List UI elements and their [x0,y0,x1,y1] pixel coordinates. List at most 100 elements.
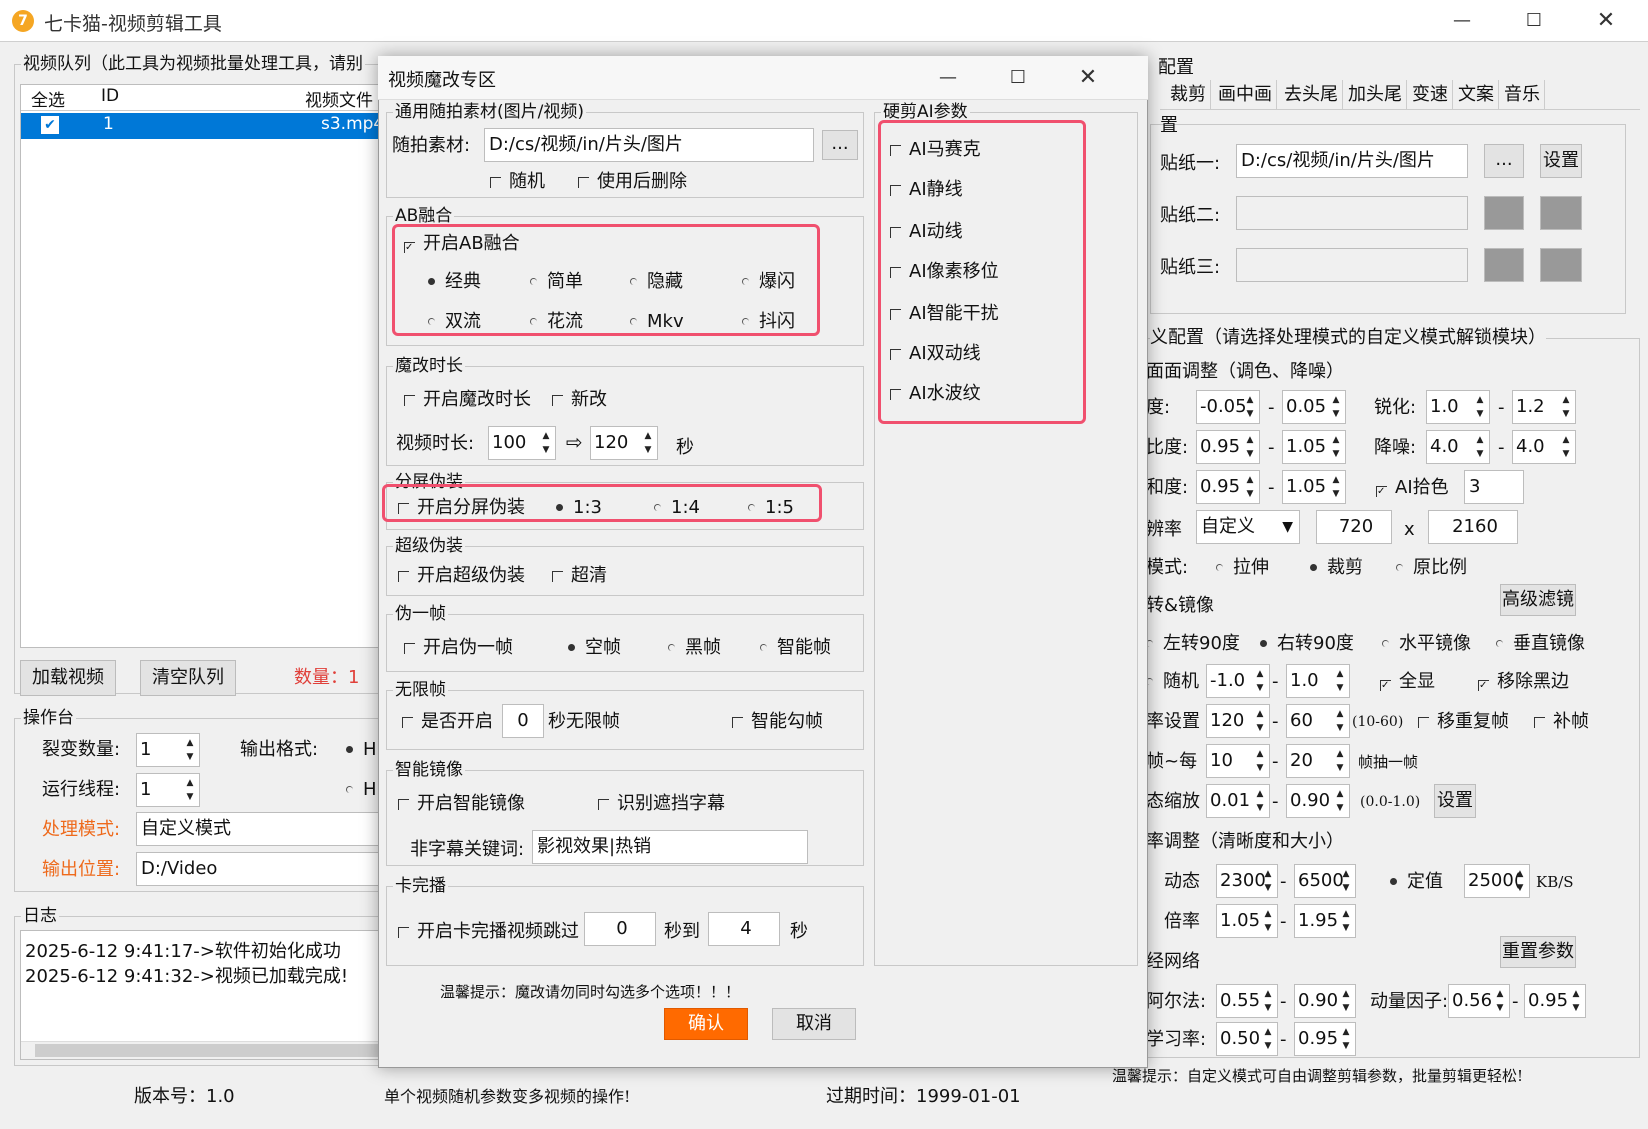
ab-shake-radio[interactable]: 抖闪 [742,310,795,334]
material-delete-checkbox[interactable]: 使用后删除 [578,170,687,194]
output-location-input[interactable]: D:/Video [136,852,394,886]
dialog-close-icon[interactable]: ✕ [1054,56,1122,100]
brightness-max-stepper[interactable]: 0.05 ▲ ▼ [1282,390,1346,424]
tab-trim[interactable]: 去头尾 [1280,80,1343,110]
sticker3-input[interactable] [1236,248,1468,282]
alpha-min-stepper[interactable]: 0.55 ▲ ▼ [1216,984,1278,1018]
duration-enable-checkbox[interactable]: 开启魔改时长 [404,388,531,412]
material-browse-button[interactable]: ... [822,130,858,160]
mirror-subtitle-checkbox[interactable]: 识别遮挡字幕 [598,792,725,816]
rotate-min-stepper[interactable]: -1.0 ▲ ▼ [1206,664,1270,698]
header-id[interactable]: ID [101,86,119,106]
ai-mosaic-checkbox[interactable]: AI马赛克 [890,138,981,162]
sticker3-browse-button[interactable] [1484,248,1524,282]
fps-max-stepper[interactable]: 60 ▲ ▼ [1286,704,1350,738]
saturation-min-stepper[interactable]: 0.95 ▲ ▼ [1196,470,1260,504]
load-video-button[interactable]: 加载视频 [20,660,116,696]
lr-max-stepper[interactable]: 0.95 ▲ ▼ [1294,1022,1356,1056]
contrast-min-stepper[interactable]: 0.95 ▲ ▼ [1196,430,1260,464]
ab-mkv-radio[interactable]: Mkv [630,310,684,334]
sticker2-browse-button[interactable] [1484,196,1524,230]
resolution-select[interactable]: 自定义 ▼ [1196,510,1300,544]
rotate-random-checkbox[interactable]: 随机 [1146,670,1199,694]
split-1-3-radio[interactable]: 1:3 [556,496,602,520]
split-1-5-radio[interactable]: 1:5 [748,496,794,520]
duration-to-stepper[interactable]: 120 ▲ ▼ [590,426,658,460]
sharpen-max-stepper[interactable]: 1.2 ▲ ▼ [1512,390,1576,424]
mirror-enable-checkbox[interactable]: 开启智能镜像 [398,792,525,816]
confirm-button[interactable]: 确认 [664,1008,748,1040]
sticker3-set-button[interactable] [1540,248,1582,282]
tab-crop[interactable]: 裁剪 [1166,80,1211,110]
ab-hidden-radio[interactable]: 隐藏 [630,270,683,294]
ab-simple-radio[interactable]: 简单 [530,270,583,294]
duration-from-stepper[interactable]: 100 ▲ ▼ [488,426,556,460]
infinite-seconds-input[interactable]: 0 [502,704,544,738]
mirror-vertical-radio[interactable]: 垂直镜像 [1496,632,1585,656]
material-input[interactable]: D:/cs/视频/in/片头/图片 [484,128,814,162]
frame-skip-b-stepper[interactable]: 20 ▲ ▼ [1286,744,1350,778]
sharpen-min-stepper[interactable]: 1.0 ▲ ▼ [1426,390,1490,424]
split-count-stepper[interactable]: 1 ▲ ▼ [136,733,200,767]
dialog-minimize-icon[interactable]: — [914,56,982,100]
bitrate-fixed-stepper[interactable]: 2500(▲ ▼ [1464,864,1530,898]
ai-static-line-checkbox[interactable]: AI静线 [890,178,963,202]
advanced-filter-button[interactable]: 高级滤镜 [1500,584,1576,616]
mirror-horizontal-radio[interactable]: 水平镜像 [1382,632,1471,656]
split-1-4-radio[interactable]: 1:4 [654,496,700,520]
fake-frame-checkbox[interactable]: 开启伪一帧 [404,636,513,660]
format-radio-1[interactable]: H [346,738,377,762]
minimize-icon[interactable]: — [1428,0,1496,42]
tab-copywriting[interactable]: 文案 [1454,80,1499,110]
fill-frames-checkbox[interactable]: 补帧 [1534,710,1589,734]
fps-min-stepper[interactable]: 120 ▲ ▼ [1206,704,1270,738]
rotate-right-radio[interactable]: 右转90度 [1260,632,1354,656]
fit-original-radio[interactable]: 原比例 [1396,556,1467,580]
super-hd-checkbox[interactable]: 超清 [552,564,607,588]
dialog-maximize-icon[interactable]: ☐ [984,56,1052,100]
tab-pip[interactable]: 画中画 [1214,80,1277,110]
stepper-arrows-icon[interactable]: ▲ ▼ [183,776,197,804]
split-enable-checkbox[interactable]: 开启分屏伪装 [398,496,525,520]
rotate-max-stepper[interactable]: 1.0 ▲ ▼ [1286,664,1350,698]
ai-color-input[interactable]: 3 [1464,470,1524,504]
smart-hook-checkbox[interactable]: 智能勾帧 [732,710,823,734]
duration-new-checkbox[interactable]: 新改 [552,388,607,412]
fake-black-radio[interactable]: 黑帧 [668,636,721,660]
lr-min-stepper[interactable]: 0.50 ▲ ▼ [1216,1022,1278,1056]
saturation-max-stepper[interactable]: 1.05 ▲ ▼ [1282,470,1346,504]
ai-pixel-shift-checkbox[interactable]: AI像素移位 [890,260,999,284]
mode-select[interactable]: 自定义模式 [136,812,394,846]
ai-smart-interference-checkbox[interactable]: AI智能干扰 [890,302,999,326]
threads-stepper[interactable]: 1 ▲ ▼ [136,773,200,807]
ratio-min-stepper[interactable]: 1.05 ▲ ▼ [1216,904,1278,938]
bitrate-fixed-radio[interactable]: 定值 [1390,870,1443,894]
ab-dual-radio[interactable]: 双流 [428,310,481,334]
tab-music[interactable]: 音乐 [1500,80,1545,110]
contrast-max-stepper[interactable]: 1.05 ▲ ▼ [1282,430,1346,464]
resolution-height-input[interactable]: 2160 [1428,510,1518,544]
denoise-max-stepper[interactable]: 4.0 ▲ ▼ [1512,430,1576,464]
ai-dual-line-checkbox[interactable]: AI双动线 [890,342,981,366]
sticker2-set-button[interactable] [1540,196,1582,230]
table-row[interactable]: ✔ 1 s3.mp4 [21,113,391,139]
infinite-enable-checkbox[interactable]: 是否开启 [402,710,493,734]
sticker2-input[interactable] [1236,196,1468,230]
frame-skip-a-stepper[interactable]: 10 ▲ ▼ [1206,744,1270,778]
alpha-max-stepper[interactable]: 0.90 ▲ ▼ [1294,984,1356,1018]
denoise-min-stepper[interactable]: 4.0 ▲ ▼ [1426,430,1490,464]
mirror-keyword-input[interactable]: 影视效果|热销 [532,830,808,864]
dup-frames-checkbox[interactable]: 移重复帧 [1418,710,1509,734]
stepper-arrows-icon[interactable]: ▲ ▼ [183,736,197,764]
header-select-all[interactable]: 全选 [31,86,65,111]
clear-queue-button[interactable]: 清空队列 [140,660,236,696]
ab-flower-radio[interactable]: 花流 [530,310,583,334]
close-icon[interactable]: ✕ [1572,0,1640,42]
full-display-checkbox[interactable]: ✓ 全显 [1380,670,1435,694]
ai-color-checkbox[interactable]: ✓ AI拾色 [1376,476,1449,500]
rotate-left-radio[interactable]: 左转90度 [1146,632,1240,656]
sticker1-input[interactable]: D:/cs/视频/in/片头/图片 [1236,144,1468,178]
card-from-input[interactable]: 0 [584,912,656,946]
ai-moving-line-checkbox[interactable]: AI动线 [890,220,963,244]
momentum-min-stepper[interactable]: 0.56 ▲ ▼ [1448,984,1510,1018]
